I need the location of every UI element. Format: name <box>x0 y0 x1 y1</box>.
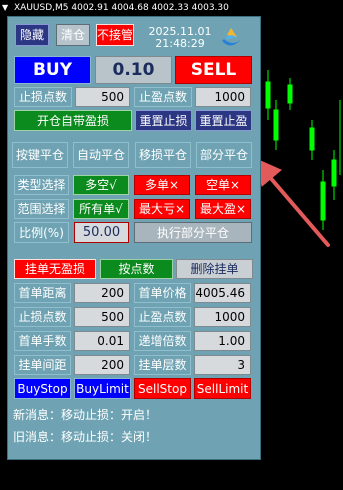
sell-button[interactable]: SELL <box>175 56 252 84</box>
sl-points-label: 止损点数 <box>14 87 72 107</box>
type-select-label: 类型选择 <box>14 175 69 195</box>
type-long-only-option[interactable]: 多单× <box>134 175 190 195</box>
chart-close: 4003.30 <box>191 3 229 13</box>
pending-tp-points-input[interactable]: 1000 <box>194 307 251 327</box>
tab-auto-close[interactable]: 自动平仓 <box>73 142 129 168</box>
sell-limit-button[interactable]: SellLimit <box>194 378 251 399</box>
first-price-input[interactable]: 4005.46 <box>194 283 251 303</box>
multiplier-label: 递增倍数 <box>134 331 191 351</box>
delete-pending-button[interactable]: 删除挂单 <box>176 259 253 279</box>
execute-partial-close-button[interactable]: 执行部分平仓 <box>134 222 252 243</box>
ratio-label: 比例(%) <box>14 222 69 243</box>
type-short-only-option[interactable]: 空单× <box>195 175 251 195</box>
pending-tp-points-label: 止盈点数 <box>134 307 191 327</box>
spacing-input[interactable]: 200 <box>74 355 130 375</box>
chart-low: 4002.33 <box>151 3 189 13</box>
chart-title: XAUUSD,M5 4002.91 4004.68 4002.33 4003.3… <box>14 0 229 16</box>
pending-no-sltp-toggle[interactable]: 挂单无盈损 <box>14 259 96 279</box>
tp-points-label: 止盈点数 <box>134 87 192 107</box>
new-message: 新消息：移动止损：开启！ <box>13 408 158 422</box>
spacing-label: 挂单间距 <box>14 355 71 375</box>
tab-key-close[interactable]: 按键平仓 <box>12 142 68 168</box>
sl-points-input[interactable]: 500 <box>75 87 130 107</box>
hide-button[interactable]: 隐藏 <box>15 24 49 46</box>
reset-sl-button[interactable]: 重置止损 <box>135 110 192 131</box>
time-display: 21:48:29 <box>155 37 205 50</box>
buy-limit-button[interactable]: BuyLimit <box>74 378 131 399</box>
lot-size-input[interactable]: 0.10 <box>95 56 172 84</box>
range-max-profit-option[interactable]: 最大盈× <box>195 199 251 219</box>
levels-label: 挂单层数 <box>134 355 191 375</box>
first-lot-input[interactable]: 0.01 <box>74 331 130 351</box>
range-max-loss-option[interactable]: 最大亏× <box>134 199 190 219</box>
levels-input[interactable]: 3 <box>194 355 251 375</box>
auto-sltp-toggle[interactable]: 开仓自带盈损 <box>14 110 132 131</box>
chart-header: ▼ XAUUSD,M5 4002.91 4004.68 4002.33 4003… <box>0 0 343 16</box>
logo-icon <box>222 28 241 46</box>
buy-button[interactable]: BUY <box>14 56 91 84</box>
reset-tp-button[interactable]: 重置止盈 <box>195 110 252 131</box>
clear-all-button[interactable]: 清仓 <box>56 24 90 46</box>
first-price-label: 首单价格 <box>134 283 191 303</box>
tab-partial-close[interactable]: 部分平仓 <box>196 142 252 168</box>
ratio-input[interactable]: 50.00 <box>74 222 129 243</box>
first-distance-input[interactable]: 200 <box>74 283 130 303</box>
buy-stop-button[interactable]: BuyStop <box>14 378 71 399</box>
multiplier-input[interactable]: 1.00 <box>194 331 251 351</box>
old-message: 旧消息：移动止损：关闭！ <box>13 430 158 444</box>
candlesticks <box>265 70 341 230</box>
annotation-arrow <box>253 157 330 247</box>
first-distance-label: 首单距离 <box>14 283 71 303</box>
no-manage-button[interactable]: 不接管 <box>96 24 134 46</box>
chart-menu-icon[interactable]: ▼ <box>2 0 8 16</box>
first-lot-label: 首单手数 <box>14 331 71 351</box>
tp-points-input[interactable]: 1000 <box>195 87 251 107</box>
chart-open: 4002.91 <box>71 3 109 13</box>
type-long-short-option[interactable]: 多空√ <box>73 175 129 195</box>
tab-trail-close[interactable]: 移损平仓 <box>135 142 191 168</box>
pending-by-points-toggle[interactable]: 按点数 <box>100 259 173 279</box>
chart-high: 4004.68 <box>111 3 149 13</box>
range-select-label: 范围选择 <box>14 199 69 219</box>
pending-sl-points-label: 止损点数 <box>14 307 71 327</box>
sell-stop-button[interactable]: SellStop <box>134 378 191 399</box>
chart-symbol: XAUUSD,M5 <box>14 3 69 13</box>
range-all-orders-option[interactable]: 所有单√ <box>73 199 129 219</box>
pending-sl-points-input[interactable]: 500 <box>74 307 130 327</box>
